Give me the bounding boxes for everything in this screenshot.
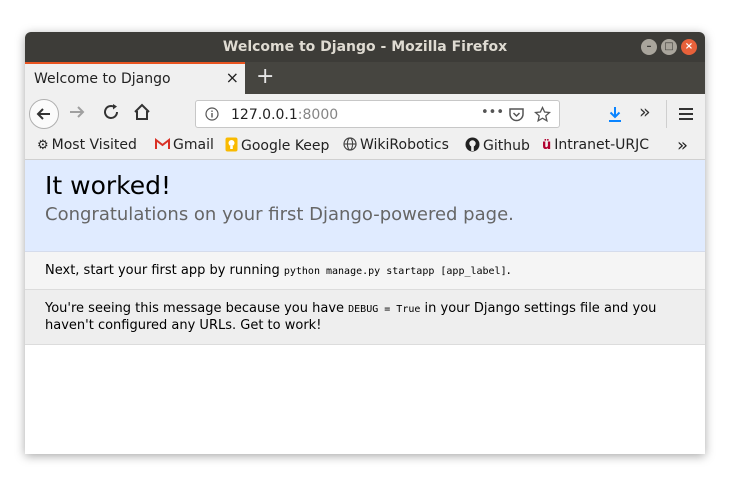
bookmark-label: Google Keep <box>241 138 330 154</box>
instructions-text: Next, start your first app by running py… <box>45 263 511 278</box>
arrow-left-icon <box>36 108 50 120</box>
github-icon <box>465 137 480 152</box>
window-title: Welcome to Django - Mozilla Firefox <box>222 39 508 55</box>
instructions-lead: Next, start your first app by running <box>45 263 284 278</box>
close-window-button[interactable]: × <box>681 39 697 55</box>
minimize-button[interactable]: – <box>641 39 657 55</box>
forward-button[interactable] <box>67 102 87 127</box>
url-text[interactable]: 127.0.0.1:8000 <box>231 107 338 123</box>
bookmark-star-icon[interactable] <box>534 106 551 123</box>
summary-section: It worked! Congratulations on your first… <box>25 160 705 252</box>
instructions-section: Next, start your first app by running py… <box>25 252 705 290</box>
pocket-icon[interactable] <box>508 106 525 123</box>
back-button[interactable] <box>29 99 59 129</box>
bookmark-label: WikiRobotics <box>360 137 449 153</box>
tab-welcome[interactable]: Welcome to Django × <box>25 62 245 94</box>
nav-toolbar: 127.0.0.1:8000 ••• » <box>25 94 705 134</box>
bookmark-label: Gmail <box>173 137 214 153</box>
bookmark-gmail[interactable]: Gmail <box>155 137 214 153</box>
url-port: :8000 <box>297 107 339 123</box>
instructions-end: . <box>506 263 511 278</box>
bookmarks-overflow-chevron-icon[interactable]: » <box>677 135 688 156</box>
maximize-button[interactable]: □ <box>661 39 677 55</box>
explanation-section: You're seeing this message because you h… <box>25 290 705 345</box>
bookmark-github[interactable]: Github <box>465 137 530 154</box>
overflow-chevron-icon[interactable]: » <box>639 101 651 123</box>
bookmark-label: Most Visited <box>51 137 137 153</box>
reload-icon <box>104 104 118 119</box>
bookmark-label: Intranet-URJC <box>554 137 649 153</box>
home-icon <box>134 103 150 120</box>
urjc-icon: ü <box>542 138 552 153</box>
url-bar[interactable]: 127.0.0.1:8000 ••• <box>195 100 560 128</box>
debug-setting: DEBUG = True <box>348 304 421 315</box>
page-content: It worked! Congratulations on your first… <box>25 160 705 454</box>
bookmark-wikirobotics[interactable]: WikiRobotics <box>343 137 449 153</box>
menu-icon[interactable] <box>678 106 694 122</box>
arrow-right-icon <box>70 106 85 118</box>
tab-close-icon[interactable]: × <box>226 68 239 87</box>
browser-window: Welcome to Django - Mozilla Firefox – □ … <box>25 32 705 454</box>
bookmark-google-keep[interactable]: Google Keep <box>225 137 329 154</box>
page-heading: It worked! <box>45 171 172 200</box>
globe-icon <box>343 137 357 151</box>
gmail-icon <box>155 138 170 149</box>
startapp-command: python manage.py startapp [app_label] <box>283 266 507 277</box>
keep-icon <box>225 137 238 152</box>
bookmarks-toolbar: ⚙ Most Visited Gmail Google Keep WikiRobo… <box>25 134 705 160</box>
explanation-line-1: You're seeing this message because you h… <box>45 301 656 316</box>
download-icon[interactable] <box>606 105 624 123</box>
bookmark-most-visited[interactable]: ⚙ Most Visited <box>37 137 137 153</box>
explanation-line-2: haven't configured any URLs. Get to work… <box>45 318 322 333</box>
home-button[interactable] <box>132 102 152 127</box>
gear-icon: ⚙ <box>37 138 49 153</box>
info-icon[interactable] <box>205 107 219 121</box>
bookmark-label: Github <box>483 138 530 154</box>
title-bar: Welcome to Django - Mozilla Firefox – □ … <box>25 32 705 62</box>
tab-strip: Welcome to Django × + <box>25 62 705 94</box>
reload-button[interactable] <box>101 102 121 127</box>
page-subheading: Congratulations on your first Django-pow… <box>45 204 514 225</box>
url-host: 127.0.0.1 <box>231 107 298 123</box>
explanation-lead: You're seeing this message because you h… <box>45 301 349 316</box>
page-actions-icon[interactable]: ••• <box>481 105 504 120</box>
bookmark-intranet-urjc[interactable]: ü Intranet-URJC <box>542 137 649 153</box>
tab-title: Welcome to Django <box>34 71 171 87</box>
toolbar-separator <box>666 100 667 128</box>
explanation-continuation: in your Django settings file and you <box>420 301 657 316</box>
window-controls: – □ × <box>641 39 697 55</box>
new-tab-button[interactable]: + <box>256 64 274 89</box>
